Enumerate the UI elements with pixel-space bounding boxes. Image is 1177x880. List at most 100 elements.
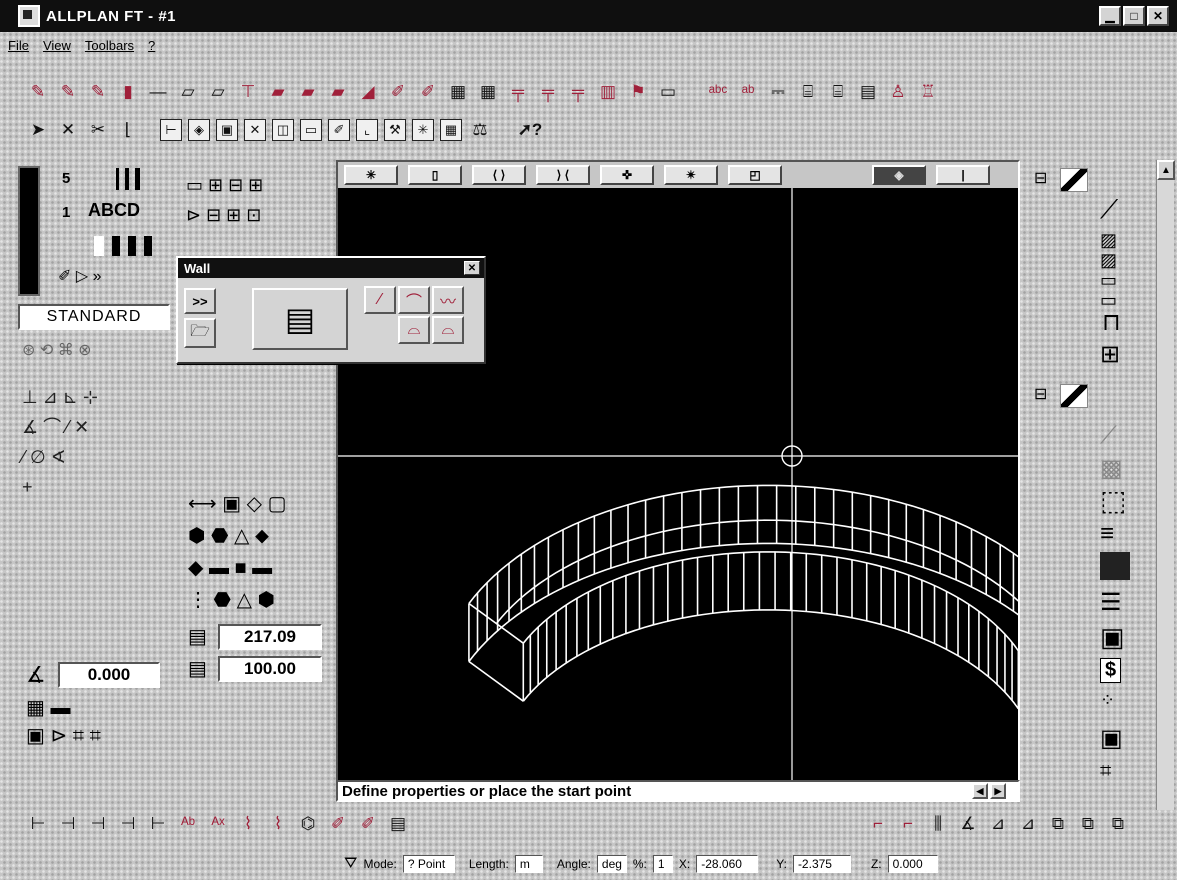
lines-icon[interactable]: ☰: [1100, 588, 1122, 617]
view-row-4-icon[interactable]: ⋮ ⬣ △ ⬢: [188, 584, 328, 616]
view-row-1-icon[interactable]: ⟷ ▣ ◇ ▢: [188, 488, 328, 520]
texture-icon[interactable]: ▩: [1100, 454, 1123, 483]
view-pan-button[interactable]: ✜: [600, 165, 654, 185]
maximize-button[interactable]: □: [1123, 6, 1145, 26]
copy-icon[interactable]: ⧉: [1106, 812, 1130, 836]
binoculars-icon[interactable]: ⌬: [296, 812, 320, 836]
view-zoom-in-button[interactable]: ⟨ ⟩: [472, 165, 526, 185]
monitor-icon[interactable]: ▭: [300, 119, 322, 141]
length-field[interactable]: 217.09: [218, 624, 322, 650]
menu-file[interactable]: File: [8, 38, 29, 53]
wall-style-icon[interactable]: ⟋: [1100, 194, 1118, 226]
pencil-icon[interactable]: ✎: [86, 80, 110, 104]
line-number[interactable]: 1: [62, 204, 70, 221]
building-icon[interactable]: ⌸: [826, 80, 850, 104]
brush-icon[interactable]: ✐: [416, 80, 440, 104]
view-render-button[interactable]: ◈: [872, 165, 926, 185]
scroll-up-arrow-icon[interactable]: ▲: [1157, 160, 1175, 180]
label-icon[interactable]: ▭: [656, 80, 680, 104]
view-zoom-out-button[interactable]: ⟩ ⟨: [536, 165, 590, 185]
scale-icon[interactable]: ⚖: [468, 118, 492, 142]
pen-tool-icon[interactable]: ✐: [356, 812, 380, 836]
pen-tool-icon[interactable]: ✐: [326, 812, 350, 836]
lintel-icon[interactable]: ╤: [536, 80, 560, 104]
text-style[interactable]: ABCD: [88, 200, 140, 221]
plan-icon[interactable]: ⌗: [1100, 760, 1111, 783]
app-icon[interactable]: [18, 5, 40, 27]
hammer-icon[interactable]: ⚒: [384, 119, 406, 141]
corner-icon[interactable]: ⌞: [356, 119, 378, 141]
help-pointer-icon[interactable]: ➚?: [518, 118, 543, 142]
beam-icon[interactable]: ⊤: [236, 80, 260, 104]
wall-icon[interactable]: ▰: [326, 80, 350, 104]
dimension-tool-icon[interactable]: ⊣: [56, 812, 80, 836]
pen-tools-icon[interactable]: ✐ ▷ »: [58, 266, 102, 286]
dollar-icon[interactable]: $: [1100, 658, 1122, 683]
handle-icon[interactable]: ⊟: [1034, 168, 1047, 188]
wall-dialog-close-button[interactable]: ✕: [464, 261, 480, 275]
stripe-icon[interactable]: ≡: [1100, 520, 1114, 548]
dimension-tool-icon[interactable]: ⊢: [146, 812, 170, 836]
hatch-samples-icon[interactable]: ▨ ▨ ▭ ▭: [1100, 230, 1117, 310]
layer-tools-icon[interactable]: ⊛ ⟲ ⌘ ⊗: [22, 340, 92, 360]
text-icon[interactable]: ᵃᵇ: [736, 80, 760, 104]
layer-color-icon[interactable]: [1060, 384, 1088, 408]
snap-row-2-icon[interactable]: ∡ ⌒ ⁄ ✕: [22, 412, 162, 442]
layer-color-icon[interactable]: [1060, 168, 1088, 192]
text-tool-icon[interactable]: ᴬˣ: [206, 812, 230, 836]
opening-icon[interactable]: ▦: [446, 80, 470, 104]
view-window-button[interactable]: ◰: [728, 165, 782, 185]
scale-field[interactable]: 100.00: [218, 656, 322, 682]
pencil-icon[interactable]: ✎: [26, 80, 50, 104]
lintel-icon[interactable]: ╤: [506, 80, 530, 104]
view-row-2-icon[interactable]: ⬢ ⬣ △ ⬥: [188, 520, 328, 552]
window-icon[interactable]: ◫: [272, 119, 294, 141]
furniture-icon[interactable]: ♖: [916, 80, 940, 104]
plus-icon[interactable]: +: [22, 472, 162, 502]
cross-icon[interactable]: ✕: [244, 119, 266, 141]
curved-wall-button[interactable]: ⌒: [398, 286, 430, 314]
mode-field[interactable]: ? Point: [402, 855, 455, 873]
angle-unit-field[interactable]: deg: [596, 855, 627, 873]
slab-icon[interactable]: ⏥: [176, 80, 200, 104]
dimension-tool-icon[interactable]: ⊢: [26, 812, 50, 836]
opening-icon[interactable]: ▦: [476, 80, 500, 104]
prompt-left-arrow-icon[interactable]: ◀: [972, 783, 988, 799]
view-bar-button[interactable]: |: [936, 165, 990, 185]
marker-icon[interactable]: ▮: [116, 80, 140, 104]
frame-icon[interactable]: ▣: [1100, 724, 1123, 753]
pencil-icon[interactable]: ✎: [56, 80, 80, 104]
view-frame-button[interactable]: ▯: [408, 165, 462, 185]
hatch-icon[interactable]: [94, 236, 164, 256]
slab-icon[interactable]: ⏥: [206, 80, 230, 104]
modify-icon[interactable]: ⊢: [160, 119, 182, 141]
dimension-tool-icon[interactable]: ⊣: [116, 812, 140, 836]
column-icon[interactable]: ⊓: [1102, 308, 1121, 337]
round-wall-button[interactable]: ⌓: [432, 316, 464, 344]
fill-icon[interactable]: [1100, 552, 1130, 580]
copy-icon[interactable]: ⧉: [1046, 812, 1070, 836]
snap-row-3-icon[interactable]: ⁄ ∅ ∢: [22, 442, 162, 472]
straight-wall-button[interactable]: ⁄: [364, 286, 396, 314]
lintel-icon[interactable]: ▥: [596, 80, 620, 104]
printer-icon[interactable]: ▣: [216, 119, 238, 141]
asterisk-icon[interactable]: ✳: [412, 119, 434, 141]
percent-field[interactable]: 1: [652, 855, 673, 873]
elevation-icon[interactable]: ⌐: [866, 812, 890, 836]
select-arrow-icon[interactable]: ➤: [26, 118, 50, 142]
view-rotate-button[interactable]: ✴: [664, 165, 718, 185]
menu-help[interactable]: ?: [148, 38, 155, 53]
delete-icon[interactable]: ✕: [56, 118, 80, 142]
folder-icon[interactable]: 🗁: [184, 318, 216, 348]
prompt-right-arrow-icon[interactable]: ▶: [990, 783, 1006, 799]
lintel-icon[interactable]: ╤: [566, 80, 590, 104]
angle-tool-icon[interactable]: ∡: [956, 812, 980, 836]
arc-wall-button[interactable]: ⌓: [398, 316, 430, 344]
layout-row-2-icon[interactable]: ⊳ ⊟ ⊞ ⊡: [186, 200, 326, 230]
layer-standard-field[interactable]: STANDARD: [18, 304, 170, 330]
wall-expand-button[interactable]: >>: [184, 288, 216, 314]
copy-icon[interactable]: ⧉: [1076, 812, 1100, 836]
calculator-icon[interactable]: ▦: [440, 119, 462, 141]
pattern-icon[interactable]: ▣: [1100, 622, 1125, 653]
mirror-icon[interactable]: ⊿: [986, 812, 1010, 836]
